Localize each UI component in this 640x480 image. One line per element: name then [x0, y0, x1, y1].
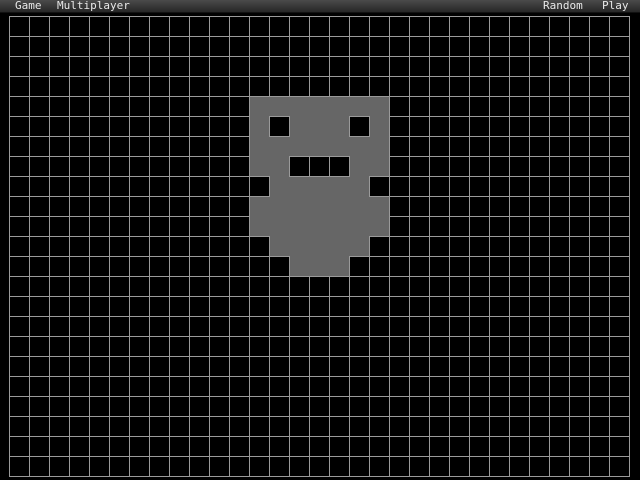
- live-cell[interactable]: [309, 116, 330, 137]
- live-cell[interactable]: [369, 116, 390, 137]
- live-cell[interactable]: [269, 236, 290, 257]
- live-cell[interactable]: [249, 136, 270, 157]
- live-cell[interactable]: [269, 136, 290, 157]
- live-cell[interactable]: [329, 96, 350, 117]
- live-cell[interactable]: [329, 176, 350, 197]
- live-cell[interactable]: [249, 116, 270, 137]
- live-cell[interactable]: [269, 216, 290, 237]
- live-cell[interactable]: [309, 256, 330, 277]
- live-cell[interactable]: [309, 236, 330, 257]
- live-cell[interactable]: [269, 196, 290, 217]
- live-cell[interactable]: [289, 176, 310, 197]
- menu-play-button[interactable]: Play: [602, 0, 629, 13]
- live-cell[interactable]: [369, 96, 390, 117]
- live-cell[interactable]: [349, 196, 370, 217]
- live-cell[interactable]: [349, 156, 370, 177]
- live-cell[interactable]: [289, 196, 310, 217]
- live-cell[interactable]: [289, 96, 310, 117]
- board-grid[interactable]: [9, 16, 631, 477]
- live-cell[interactable]: [349, 176, 370, 197]
- live-cell[interactable]: [329, 116, 350, 137]
- live-cell[interactable]: [309, 196, 330, 217]
- live-cell[interactable]: [369, 196, 390, 217]
- live-cell[interactable]: [329, 256, 350, 277]
- live-cell[interactable]: [289, 116, 310, 137]
- live-cell[interactable]: [349, 236, 370, 257]
- live-cell[interactable]: [249, 216, 270, 237]
- live-cell[interactable]: [349, 96, 370, 117]
- game-board[interactable]: [9, 16, 631, 477]
- menu-bar: Game Multiplayer Random Play: [0, 0, 640, 13]
- live-cell[interactable]: [269, 156, 290, 177]
- live-cell[interactable]: [329, 196, 350, 217]
- live-cell[interactable]: [249, 196, 270, 217]
- live-cell[interactable]: [329, 236, 350, 257]
- live-cell[interactable]: [309, 136, 330, 157]
- live-cell[interactable]: [289, 216, 310, 237]
- live-cell[interactable]: [329, 216, 350, 237]
- menu-multiplayer[interactable]: Multiplayer: [57, 0, 130, 13]
- live-cell[interactable]: [349, 216, 370, 237]
- live-cell[interactable]: [309, 216, 330, 237]
- live-cell[interactable]: [369, 136, 390, 157]
- live-cell[interactable]: [309, 176, 330, 197]
- live-cell[interactable]: [289, 236, 310, 257]
- live-cell[interactable]: [269, 96, 290, 117]
- live-cell[interactable]: [369, 156, 390, 177]
- live-cell[interactable]: [249, 156, 270, 177]
- menu-game[interactable]: Game: [15, 0, 42, 13]
- live-cell[interactable]: [369, 216, 390, 237]
- live-cell[interactable]: [269, 176, 290, 197]
- live-cell[interactable]: [349, 136, 370, 157]
- live-cell[interactable]: [289, 256, 310, 277]
- live-cell[interactable]: [309, 96, 330, 117]
- live-cell[interactable]: [249, 96, 270, 117]
- live-cell[interactable]: [329, 136, 350, 157]
- live-cell[interactable]: [289, 136, 310, 157]
- menu-random-button[interactable]: Random: [543, 0, 583, 13]
